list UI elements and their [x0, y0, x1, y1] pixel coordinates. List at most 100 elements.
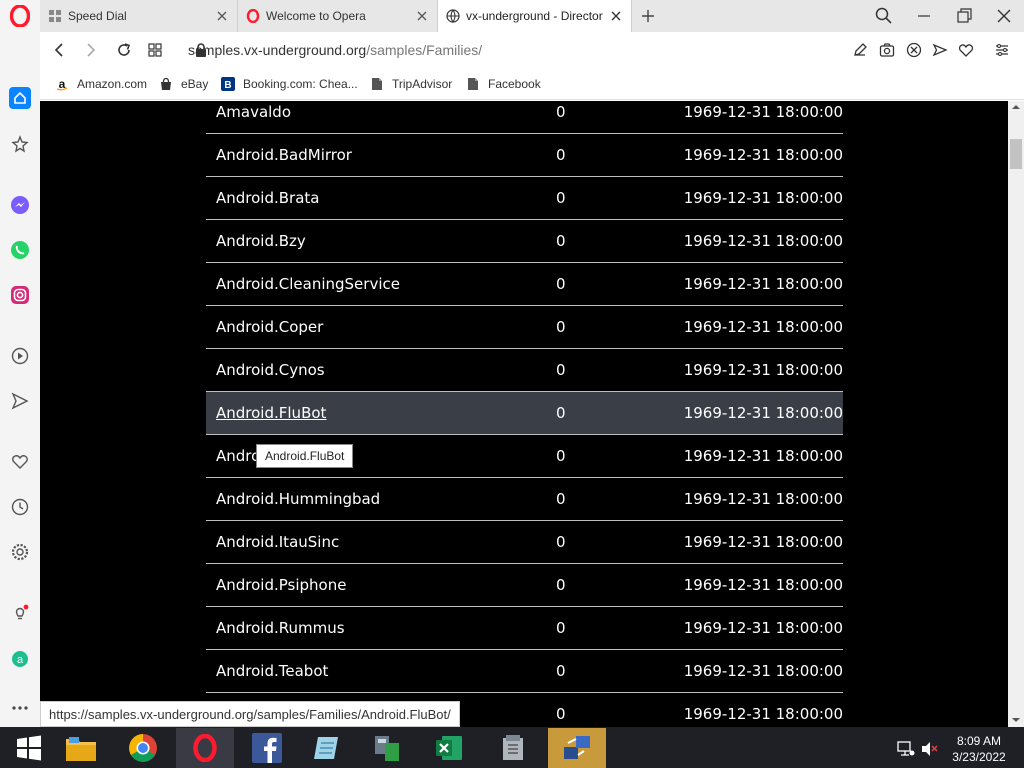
home-icon[interactable] — [9, 87, 31, 109]
history-icon[interactable] — [9, 496, 31, 518]
listing-row[interactable]: Android.Brata 0 1969-12-31 18:00:00 — [206, 177, 843, 220]
listing-row[interactable]: Android.Psiphone 0 1969-12-31 18:00:00 — [206, 564, 843, 607]
close-tab-icon[interactable] — [215, 9, 229, 23]
listing-row[interactable]: Android.Cynos 0 1969-12-31 18:00:00 — [206, 349, 843, 392]
new-tab-icon[interactable] — [640, 8, 656, 24]
speed-dial-icon — [49, 10, 61, 22]
close-tab-icon[interactable] — [415, 9, 429, 23]
instagram-icon[interactable] — [9, 284, 31, 306]
url-path: /samples/Families/ — [366, 42, 483, 58]
listing-row[interactable]: Android.CleaningService 0 1969-12-31 18:00… — [206, 263, 843, 306]
back-icon[interactable] — [52, 42, 68, 58]
snapshot-icon[interactable] — [879, 42, 895, 58]
edit-share-icon[interactable] — [852, 42, 868, 58]
close-window-icon[interactable] — [994, 6, 1014, 26]
notepad-icon — [314, 737, 338, 759]
volume-muted-icon[interactable] — [921, 741, 939, 757]
bookmark-tripadvisor[interactable]: TripAdvisor — [370, 75, 452, 93]
entry-size: 0 — [556, 705, 566, 723]
entry-name[interactable]: Android.CleaningService — [216, 275, 400, 293]
entry-name-link[interactable]: Android.FluBot — [216, 404, 326, 422]
taskbar-connection-tool[interactable] — [548, 728, 606, 768]
bookmark-amazon[interactable]: a Amazon.com — [55, 75, 147, 93]
amazon-icon: a — [56, 77, 68, 91]
vertical-scrollbar[interactable] — [1008, 101, 1024, 727]
listing-row[interactable]: Android.ItauSinc 0 1969-12-31 18:00:00 — [206, 521, 843, 564]
send-page-icon[interactable] — [932, 42, 948, 58]
taskbar-excel[interactable] — [420, 728, 478, 768]
listing-row[interactable]: Android.Rummus 0 1969-12-31 18:00:00 — [206, 607, 843, 650]
taskbar-archive-tool[interactable] — [484, 728, 542, 768]
start-button[interactable] — [0, 728, 58, 768]
aria-icon[interactable]: a — [9, 648, 31, 670]
search-tabs-icon[interactable] — [874, 6, 894, 26]
bookmark-heart-icon[interactable] — [958, 42, 974, 58]
lightbulb-icon[interactable] — [9, 602, 31, 624]
entry-name[interactable]: Android.Psiphone — [216, 576, 346, 594]
entry-name[interactable]: Android.Rummus — [216, 619, 345, 637]
adblock-icon[interactable] — [906, 42, 922, 58]
star-icon[interactable] — [9, 133, 31, 155]
tab-welcome-opera[interactable]: Welcome to Opera — [238, 0, 438, 32]
listing-row[interactable]: Amavaldo 0 1969-12-31 18:00:00 — [206, 101, 843, 134]
taskbar-chrome[interactable] — [114, 728, 172, 768]
listing-row[interactable]: Android.Bzy 0 1969-12-31 18:00:00 — [206, 220, 843, 263]
listing-row[interactable]: Android.BadMirror 0 1969-12-31 18:00:00 — [206, 134, 843, 177]
entry-size: 0 — [556, 361, 566, 379]
entry-size: 0 — [556, 232, 566, 250]
entry-name[interactable]: Android.Bzy — [216, 232, 306, 250]
bookmark-ebay[interactable]: eBay — [159, 75, 208, 93]
entry-name[interactable]: Android.Cynos — [216, 361, 325, 379]
heart-icon[interactable] — [9, 451, 31, 473]
close-tab-icon[interactable] — [609, 9, 623, 23]
tab-vx-underground[interactable]: vx-underground - Directory — [438, 0, 632, 32]
tabs-grid-icon[interactable] — [147, 42, 163, 58]
booking-icon: B — [221, 77, 235, 91]
network-status-icon[interactable] — [897, 741, 915, 757]
scroll-thumb[interactable] — [1010, 139, 1022, 169]
entry-name[interactable]: Amavaldo — [216, 103, 291, 121]
entry-date: 1969-12-31 18:00:00 — [683, 404, 843, 422]
reload-icon[interactable] — [116, 42, 132, 58]
taskbar-clock[interactable]: 8:09 AM 3/23/2022 — [944, 733, 1014, 765]
bookmark-facebook[interactable]: Facebook — [466, 75, 541, 93]
messenger-icon[interactable] — [9, 194, 31, 216]
url-field[interactable]: samples.vx-underground.org/samples/Famil… — [188, 42, 482, 58]
tab-speed-dial[interactable]: Speed Dial — [40, 0, 238, 32]
send-icon[interactable] — [9, 390, 31, 412]
listing-row-hovered[interactable]: Android.FluBot 0 1969-12-31 18:00:00 — [206, 392, 843, 435]
taskbar-network-tool[interactable] — [358, 728, 416, 768]
ebay-icon — [161, 77, 171, 90]
player-icon[interactable] — [9, 345, 31, 367]
entry-name[interactable]: Android.ItauSinc — [216, 533, 339, 551]
entry-name[interactable]: Android.Brata — [216, 189, 319, 207]
settings-icon[interactable] — [9, 541, 31, 563]
more-icon[interactable] — [9, 697, 31, 719]
scroll-down-icon[interactable] — [1012, 716, 1020, 724]
minimize-icon[interactable] — [914, 6, 934, 26]
forward-icon[interactable] — [82, 42, 98, 58]
listing-row[interactable]: Android.Coper 0 1969-12-31 18:00:00 — [206, 306, 843, 349]
entry-name[interactable]: Android.Teabot — [216, 662, 328, 680]
taskbar-notepad[interactable] — [298, 728, 356, 768]
entry-name[interactable]: Andro — [216, 447, 260, 465]
bookmark-booking[interactable]: B Booking.com: Chea... — [221, 75, 358, 93]
taskbar-opera[interactable] — [176, 728, 234, 768]
entry-name[interactable]: Android.Hummingbad — [216, 490, 380, 508]
whatsapp-icon[interactable] — [9, 239, 31, 261]
entry-name[interactable]: Android.BadMirror — [216, 146, 352, 164]
entry-size: 0 — [556, 318, 566, 336]
taskbar-file-explorer[interactable] — [52, 728, 110, 768]
taskbar-facebook[interactable] — [238, 728, 296, 768]
entry-size: 0 — [556, 404, 566, 422]
restore-icon[interactable] — [954, 6, 974, 26]
entry-size: 0 — [556, 490, 566, 508]
easy-setup-icon[interactable] — [994, 42, 1010, 58]
scroll-up-icon[interactable] — [1012, 103, 1020, 111]
sidebar: a — [0, 32, 40, 727]
entry-name[interactable]: Android.Coper — [216, 318, 323, 336]
globe-icon — [446, 9, 460, 23]
listing-row[interactable]: Android.Teabot 0 1969-12-31 18:00:00 — [206, 650, 843, 693]
opera-menu-button[interactable] — [0, 0, 40, 32]
listing-row[interactable]: Android.Hummingbad 0 1969-12-31 18:00:00 — [206, 478, 843, 521]
